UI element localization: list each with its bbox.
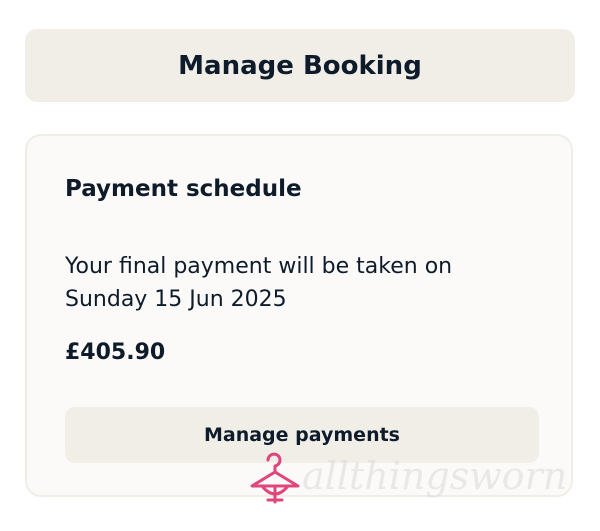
payment-date: Sunday 15 Jun 2025 xyxy=(65,287,287,312)
description-line-1: Your final payment will be taken on xyxy=(65,254,453,279)
payment-schedule-card: Payment schedule Your final payment will… xyxy=(25,134,573,497)
payment-amount: £405.90 xyxy=(65,340,166,365)
manage-booking-button[interactable]: Manage Booking xyxy=(25,29,575,102)
payment-schedule-title: Payment schedule xyxy=(65,176,302,202)
payment-schedule-description: Your final payment will be taken on Sund… xyxy=(65,250,525,316)
manage-payments-button[interactable]: Manage payments xyxy=(65,407,539,463)
